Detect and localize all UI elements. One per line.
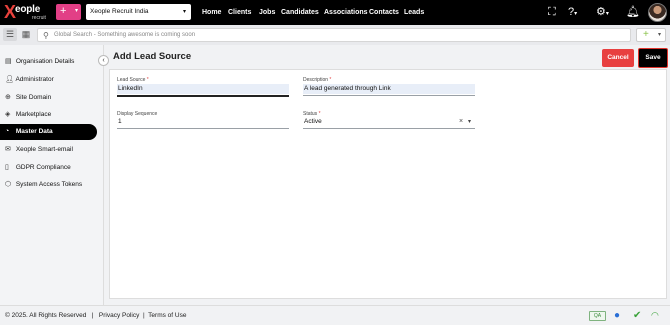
quick-add-button[interactable]: + ▾ [636, 28, 666, 42]
gauge-icon: ◔ [5, 128, 10, 135]
sidebar-item-label: Administrator [15, 76, 54, 83]
sidebar-item-organisation-details[interactable]: ▤ Organisation Details [0, 54, 97, 70]
nav-home[interactable]: Home [202, 0, 221, 25]
chevron-down-icon: ▾ [182, 9, 186, 15]
document-icon: ▯ [5, 164, 9, 171]
sidebar-item-marketplace[interactable]: ◈ Marketplace [0, 107, 97, 123]
nav-clients[interactable]: Clients [228, 0, 251, 25]
logo-word: eople [15, 4, 41, 15]
email-icon: ✉ [5, 146, 11, 153]
building-icon: ▤ [5, 58, 12, 65]
footer-copyright[interactable]: © 2025. All Rights Reserved | Privacy Po… [5, 312, 186, 319]
sidebar-item-label: Marketplace [15, 111, 52, 118]
fullscreen-icon[interactable]: ⛶ [548, 5, 556, 19]
status-select[interactable]: Active [303, 117, 453, 127]
nav-jobs[interactable]: Jobs [259, 0, 275, 25]
page-title: Add Lead Source [113, 51, 192, 62]
page-header: Add Lead Source [104, 45, 670, 69]
status-underline [303, 128, 475, 129]
search-placeholder: Global Search - Something awesome is com… [54, 32, 196, 38]
avatar[interactable] [648, 3, 667, 22]
clear-icon[interactable]: × [459, 117, 463, 127]
plus-icon: + [643, 29, 649, 40]
check-circle-icon[interactable]: ✔ [633, 310, 641, 321]
display-sequence-underline [117, 128, 289, 129]
lead-source-form [109, 69, 667, 299]
top-navbar: X eople recruit + ▾ Xeople Recruit India… [0, 0, 670, 25]
list-view-icon[interactable]: ☰ [3, 28, 17, 41]
search-row: ☰ ▦ ⚲ Global Search - Something awesome … [0, 25, 670, 45]
description-underline [303, 95, 475, 96]
search-icon: ⚲ [43, 31, 49, 40]
add-new-button[interactable]: + ▾ [56, 4, 81, 20]
sidebar-item-site-domain[interactable]: ⊕ Site Domain [0, 90, 97, 106]
company-select-value: Xeople Recruit India [90, 8, 149, 15]
sidebar-item-master-data[interactable]: ◔ Master Data [0, 124, 97, 140]
gear-icon[interactable]: ⚙▾ [596, 5, 609, 21]
grid-view-icon[interactable]: ▦ [19, 28, 33, 41]
user-circle-icon[interactable]: ● [614, 310, 620, 321]
chevron-down-icon[interactable]: ▾ [468, 117, 471, 127]
cube-icon: ⬡ [5, 181, 12, 188]
help-icon[interactable]: ?▾ [568, 5, 577, 21]
plus-icon: + [60, 5, 67, 17]
lead-source-input[interactable]: LinkedIn [117, 84, 289, 94]
sidebar-item-system-access-tokens[interactable]: ⬡ System Access Tokens [0, 177, 97, 193]
footer: © 2025. All Rights Reserved | Privacy Po… [0, 305, 670, 325]
sidebar-item-label: Organisation Details [15, 58, 75, 65]
nav-candidates[interactable]: Candidates [281, 0, 319, 25]
sidebar-item-label: GDPR Compliance [15, 164, 71, 171]
lead-source-underline [117, 95, 289, 97]
user-icon: 👤︎ [5, 76, 14, 83]
nav-leads[interactable]: Leads [404, 0, 424, 25]
xeople-logo[interactable]: X eople recruit [4, 2, 52, 23]
save-button[interactable]: Save [638, 48, 668, 68]
qa-badge: QA [589, 311, 606, 321]
tag-icon: ◈ [5, 111, 11, 118]
nav-associations[interactable]: Associations [324, 0, 368, 25]
lead-source-label: Lead Source * [117, 77, 149, 83]
chevron-down-icon: ▾ [74, 8, 78, 14]
collapse-sidebar-button[interactable]: ‹ [98, 55, 109, 66]
description-input[interactable]: A lead generated through Link [303, 84, 475, 94]
display-sequence-input[interactable]: 1 [117, 117, 289, 127]
chevron-down-icon: ▾ [657, 32, 661, 38]
description-label: Description * [303, 77, 332, 83]
sidebar-item-label: Xeople Smart-email [15, 146, 73, 153]
bell-icon[interactable]: 🔔︎ [626, 5, 640, 19]
sidebar-item-label: Site Domain [15, 94, 52, 101]
global-search-input[interactable]: ⚲ Global Search - Something awesome is c… [37, 28, 631, 42]
cancel-button[interactable]: Cancel [602, 49, 634, 67]
sidebar-item-label: Master Data [15, 128, 53, 135]
nav-contacts[interactable]: Contacts [369, 0, 399, 25]
company-select[interactable]: Xeople Recruit India ▾ [86, 4, 191, 20]
sidebar-item-administrator[interactable]: 👤︎ Administrator [0, 72, 97, 88]
sidebar-item-gdpr-compliance[interactable]: ▯ GDPR Compliance [0, 160, 97, 176]
globe-icon: ⊕ [5, 94, 11, 101]
logo-sub: recruit [32, 15, 46, 21]
wifi-icon[interactable]: ◠ [651, 310, 659, 321]
sidebar-item-xeople-smart-email[interactable]: ✉ Xeople Smart-email [0, 142, 97, 158]
sidebar-item-label: System Access Tokens [15, 181, 83, 188]
